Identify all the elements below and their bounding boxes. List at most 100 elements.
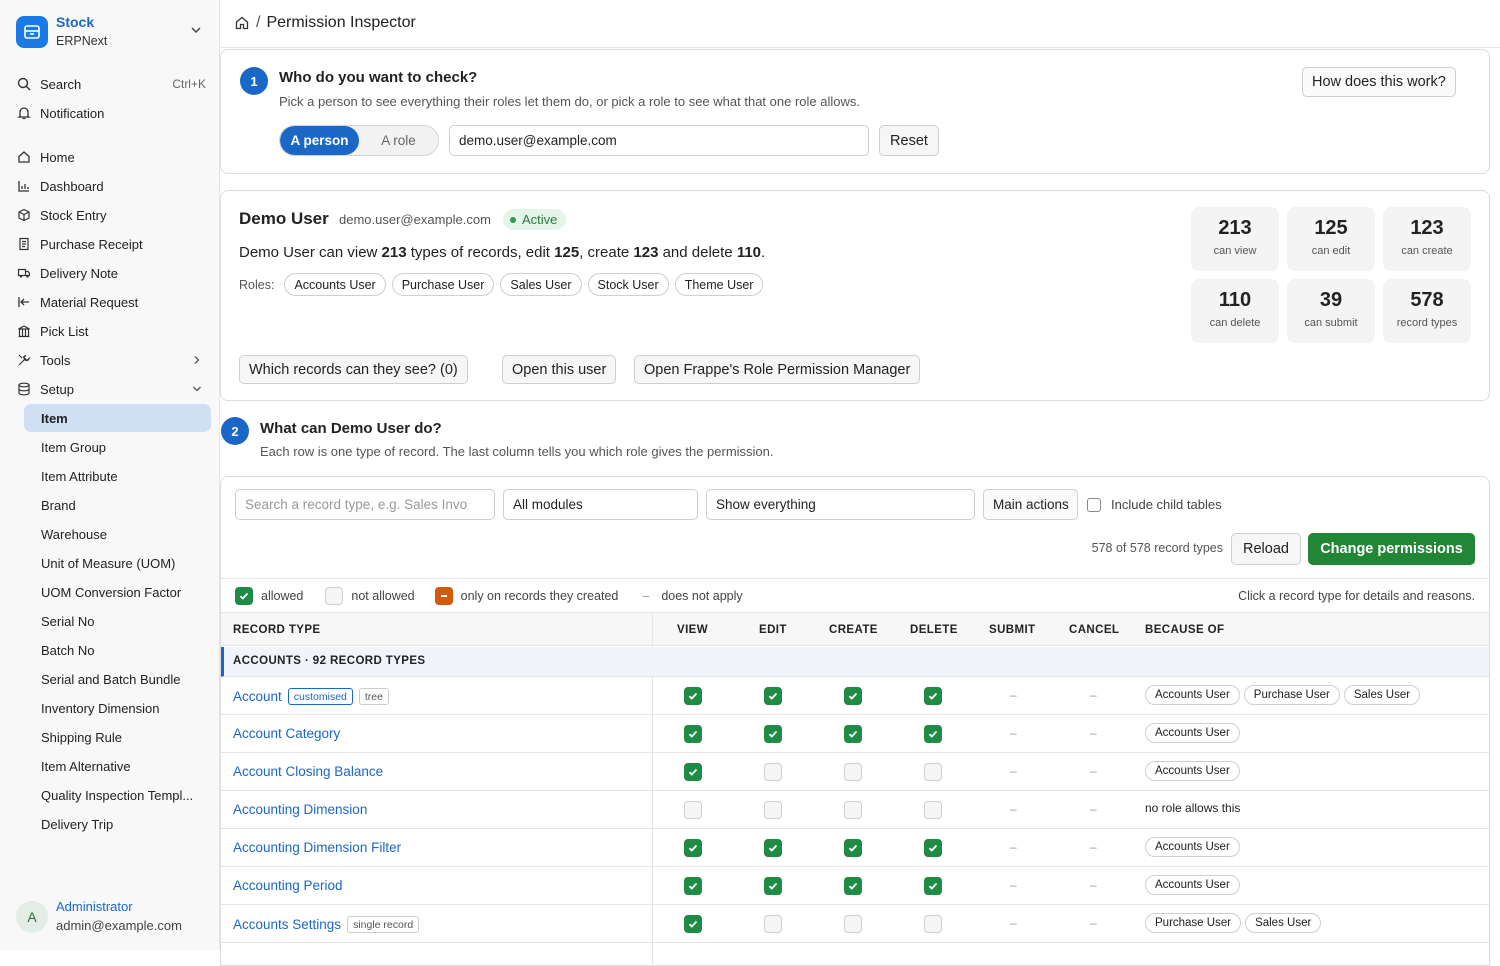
sidebar-sub-item[interactable]: Inventory Dimension: [24, 694, 211, 722]
permission-denied[interactable]: [924, 915, 942, 933]
sidebar-item-pick-list[interactable]: Pick List: [16, 319, 206, 343]
permission-allowed[interactable]: [764, 687, 782, 705]
record-type-link[interactable]: Accounting Dimension Filter: [233, 840, 401, 855]
col-view[interactable]: VIEW: [677, 624, 708, 636]
role-pill[interactable]: Purchase User: [1243, 685, 1340, 705]
sidebar-item-purchase-receipt[interactable]: Purchase Receipt: [16, 232, 206, 256]
record-type-search-input[interactable]: Search a record type, e.g. Sales Invo: [235, 489, 495, 520]
sidebar-item-delivery-note[interactable]: Delivery Note: [16, 261, 206, 285]
permission-allowed[interactable]: [684, 763, 702, 781]
permission-denied[interactable]: [684, 801, 702, 819]
record-type-link[interactable]: Accounting Dimension: [233, 802, 367, 817]
permission-allowed[interactable]: [844, 725, 862, 743]
permission-allowed[interactable]: [844, 877, 862, 895]
table-row[interactable]: Account Closing Balance – – Accounts User: [221, 753, 1489, 791]
sidebar-sub-item[interactable]: Brand: [24, 491, 211, 519]
permission-allowed[interactable]: [684, 687, 702, 705]
permission-denied[interactable]: [844, 801, 862, 819]
permission-allowed[interactable]: [684, 839, 702, 857]
how-does-this-work-button[interactable]: How does this work?: [1302, 67, 1456, 97]
col-create[interactable]: CREATE: [829, 624, 878, 636]
permission-allowed[interactable]: [844, 687, 862, 705]
sidebar-sub-item[interactable]: Serial and Batch Bundle: [24, 665, 211, 693]
permission-allowed[interactable]: [684, 725, 702, 743]
table-row[interactable]: Accounting Dimension – – no role allows thi…: [221, 791, 1489, 829]
sidebar-sub-item[interactable]: Item: [24, 404, 211, 432]
record-type-link[interactable]: Accounting Period: [233, 878, 343, 893]
role-pill[interactable]: Accounts User: [1145, 685, 1240, 705]
table-row[interactable]: Account customised tree – – Accounts User Purc…: [221, 677, 1489, 715]
sidebar-item-dashboard[interactable]: Dashboard: [16, 174, 206, 198]
record-type-link[interactable]: Account customised tree: [233, 688, 389, 705]
permission-allowed[interactable]: [844, 839, 862, 857]
table-row[interactable]: Accounts Settings single record – – Purchase…: [221, 905, 1489, 943]
user-field[interactable]: demo.user@example.com: [449, 125, 869, 156]
permission-allowed[interactable]: [764, 725, 782, 743]
sidebar-search[interactable]: Search Ctrl+K: [16, 72, 206, 96]
home-icon[interactable]: [234, 15, 250, 31]
permission-allowed[interactable]: [764, 839, 782, 857]
modules-select[interactable]: All modules: [503, 489, 698, 520]
sidebar-sub-item[interactable]: Batch No: [24, 636, 211, 664]
sidebar-sub-item[interactable]: Item Alternative: [24, 752, 211, 780]
role-pill[interactable]: Stock User: [587, 273, 669, 296]
sidebar-sub-item[interactable]: Serial No: [24, 607, 211, 635]
reset-button[interactable]: Reset: [879, 125, 939, 156]
user-menu[interactable]: A Administrator admin@example.com: [16, 896, 216, 936]
col-cancel[interactable]: CANCEL: [1069, 624, 1119, 636]
sidebar-item-material-request[interactable]: Material Request: [16, 290, 206, 314]
sidebar-notification[interactable]: Notification: [16, 101, 206, 125]
sidebar-sub-item[interactable]: Unit of Measure (UOM): [24, 549, 211, 577]
sidebar-item-setup[interactable]: Setup: [16, 377, 206, 401]
reload-button[interactable]: Reload: [1231, 533, 1301, 565]
record-type-link[interactable]: Accounts Settings single record: [233, 916, 420, 933]
sidebar-sub-item[interactable]: UOM Conversion Factor: [24, 578, 211, 606]
sidebar-sub-item[interactable]: Item Group: [24, 433, 211, 461]
col-edit[interactable]: EDIT: [759, 624, 787, 636]
permission-allowed[interactable]: [684, 915, 702, 933]
app-switcher[interactable]: Stock ERPNext: [16, 14, 204, 52]
record-type-link[interactable]: Account Category: [233, 726, 340, 741]
sidebar-item-stock-entry[interactable]: Stock Entry: [16, 203, 206, 227]
permission-denied[interactable]: [844, 763, 862, 781]
sidebar-item-tools[interactable]: Tools: [16, 348, 206, 372]
role-pill[interactable]: Purchase User: [1145, 913, 1242, 933]
table-row[interactable]: Accounting Period – – Accounts User: [221, 867, 1489, 905]
records-visible-button[interactable]: Which records can they see? (0): [239, 355, 468, 384]
include-child-tables[interactable]: Include child tables: [1087, 497, 1222, 512]
role-pill[interactable]: Accounts User: [1145, 837, 1240, 857]
table-row[interactable]: Accounting Dimension Filter – – Accounts Us…: [221, 829, 1489, 867]
permission-allowed[interactable]: [924, 725, 942, 743]
role-permission-manager-button[interactable]: Open Frappe's Role Permission Manager: [634, 355, 921, 384]
role-pill[interactable]: Accounts User: [284, 273, 386, 296]
role-pill[interactable]: Purchase User: [391, 273, 495, 296]
col-submit[interactable]: SUBMIT: [989, 624, 1035, 636]
change-permissions-button[interactable]: Change permissions: [1308, 533, 1475, 565]
permission-denied[interactable]: [924, 763, 942, 781]
col-delete[interactable]: DELETE: [910, 624, 958, 636]
role-pill[interactable]: Accounts User: [1145, 875, 1240, 895]
group-header[interactable]: ACCOUNTS · 92 RECORD TYPES: [221, 647, 1489, 677]
permission-allowed[interactable]: [924, 687, 942, 705]
sidebar-sub-item[interactable]: Delivery Trip: [24, 810, 211, 838]
permission-denied[interactable]: [764, 763, 782, 781]
role-pill[interactable]: Theme User: [674, 273, 764, 296]
role-pill[interactable]: Sales User: [500, 273, 582, 296]
permission-denied[interactable]: [844, 915, 862, 933]
sidebar-sub-item[interactable]: Shipping Rule: [24, 723, 211, 751]
permission-denied[interactable]: [764, 801, 782, 819]
mode-person-option[interactable]: A person: [280, 126, 359, 155]
include-child-checkbox[interactable]: [1087, 497, 1101, 512]
role-pill[interactable]: Accounts User: [1145, 761, 1240, 781]
mode-role-option[interactable]: A role: [359, 126, 438, 155]
permission-allowed[interactable]: [684, 877, 702, 895]
col-record-type[interactable]: RECORD TYPE: [233, 624, 320, 636]
permission-allowed[interactable]: [924, 877, 942, 895]
sidebar-sub-item[interactable]: Item Attribute: [24, 462, 211, 490]
show-filter-select[interactable]: Show everything: [706, 489, 975, 520]
role-pill[interactable]: Sales User: [1245, 913, 1322, 933]
open-user-button[interactable]: Open this user: [502, 355, 617, 384]
permission-denied[interactable]: [764, 915, 782, 933]
main-actions-select[interactable]: Main actions: [983, 489, 1078, 520]
sidebar-item-home[interactable]: Home: [16, 145, 206, 169]
